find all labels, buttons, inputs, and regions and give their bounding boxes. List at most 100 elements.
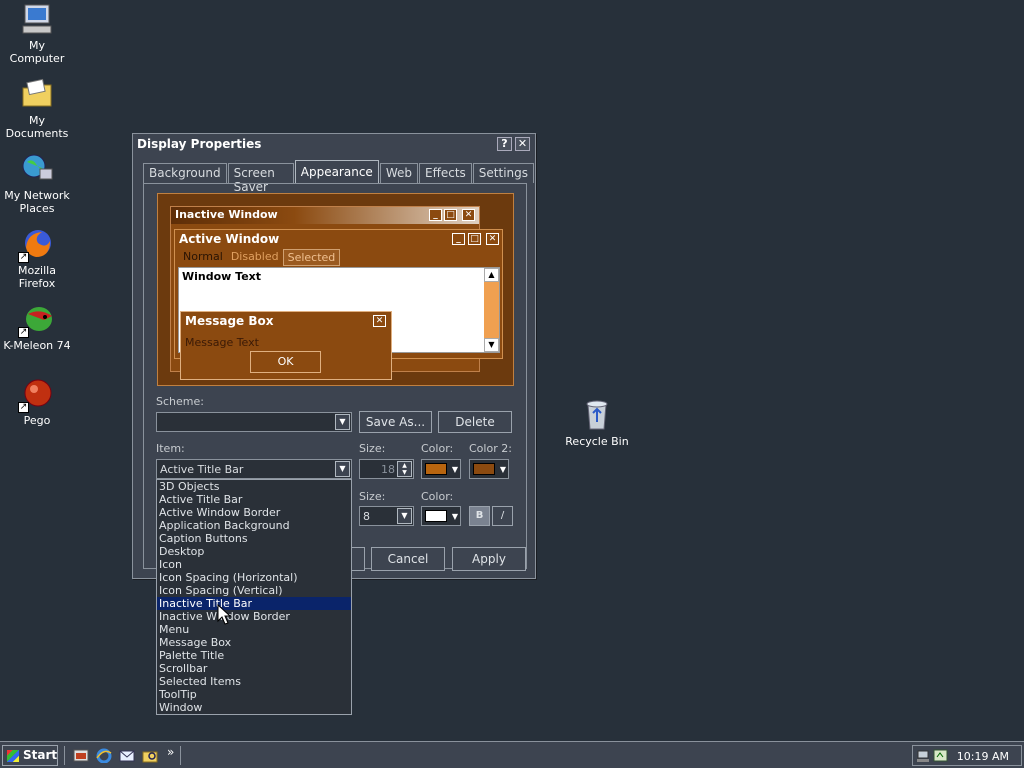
maximize-icon: □ — [468, 233, 481, 245]
tab-settings[interactable]: Settings — [472, 163, 534, 183]
item-color2-picker[interactable]: ▼ — [469, 459, 509, 479]
recycle-bin-icon — [580, 398, 614, 432]
shortcut-arrow-icon: ↗ — [18, 327, 29, 338]
bold-toggle[interactable]: B — [469, 506, 490, 526]
scheme-select[interactable]: ▼ — [156, 412, 352, 432]
pego-icon: ↗ — [18, 377, 54, 413]
help-button[interactable]: ? — [497, 137, 512, 151]
desktop-icon-mozilla-firefox[interactable]: ↗ Mozilla Firefox — [0, 227, 74, 290]
quicklaunch-more-button[interactable]: » — [167, 745, 174, 759]
list-item[interactable]: Scrollbar — [157, 662, 351, 675]
clock[interactable]: 10:19 AM — [957, 750, 1009, 763]
delete-button[interactable]: Delete — [438, 411, 512, 433]
font-size-select[interactable]: 8 ▼ — [359, 506, 414, 526]
list-item[interactable]: Icon — [157, 558, 351, 571]
list-item[interactable]: Active Title Bar — [157, 493, 351, 506]
font-color-picker[interactable]: ▼ — [421, 506, 461, 526]
appearance-preview[interactable]: Inactive Window _ □ ✕ Active Window _ □ … — [157, 193, 514, 386]
chevron-down-icon: ▼ — [499, 465, 506, 474]
item-color-picker[interactable]: ▼ — [421, 459, 461, 479]
desktop-icon-label: My Network Places — [4, 189, 70, 215]
item-value: Active Title Bar — [160, 463, 244, 476]
explorer-icon[interactable] — [142, 748, 158, 763]
chevron-down-icon: ▼ — [451, 512, 458, 521]
network-icon — [20, 152, 54, 186]
dialog-titlebar[interactable]: Display Properties ? ✕ — [133, 134, 535, 156]
list-item[interactable]: Desktop — [157, 545, 351, 558]
quicklaunch-separator — [64, 746, 66, 765]
tab-appearance[interactable]: Appearance — [294, 160, 379, 183]
preview-inactive-titlebar: Inactive Window _ □ ✕ — [171, 207, 479, 224]
chevron-down-icon[interactable]: ▼ — [335, 414, 350, 430]
show-desktop-icon[interactable] — [73, 748, 89, 763]
desktop-icon-label: K-Meleon 74 — [3, 339, 71, 352]
list-item[interactable]: Selected Items — [157, 675, 351, 688]
list-item[interactable]: Icon Spacing (Horizontal) — [157, 571, 351, 584]
color-chip — [425, 463, 447, 475]
tab-effects[interactable]: Effects — [418, 163, 472, 183]
desktop-icon-recycle-bin[interactable]: Recycle Bin — [560, 398, 634, 448]
folder-icon — [20, 77, 54, 111]
tab-background[interactable]: Background — [143, 163, 227, 183]
network-tray-icon[interactable] — [917, 748, 933, 766]
apply-button[interactable]: Apply — [452, 547, 526, 571]
maximize-icon: □ — [444, 209, 457, 221]
italic-toggle[interactable]: / — [492, 506, 513, 526]
list-item[interactable]: Icon Spacing (Vertical) — [157, 584, 351, 597]
list-item[interactable]: Inactive Window Border — [157, 610, 351, 623]
item-select[interactable]: Active Title Bar ▼ — [156, 459, 352, 479]
volume-tray-icon[interactable] — [933, 748, 949, 766]
item-dropdown-list[interactable]: 3D Objects Active Title Bar Active Windo… — [156, 479, 352, 715]
save-as-button[interactable]: Save As... — [359, 411, 432, 433]
tab-screen-saver[interactable]: Screen Saver — [227, 163, 294, 194]
close-icon: ✕ — [462, 209, 475, 221]
desktop-icon-my-documents[interactable]: My Documents — [0, 77, 74, 140]
preview-ok-button: OK — [250, 351, 321, 373]
preview-menubar: Normal Disabled Selected — [175, 249, 502, 266]
list-item[interactable]: Palette Title — [157, 649, 351, 662]
desktop-icon-my-computer[interactable]: My Computer — [0, 2, 74, 65]
chevron-down-icon[interactable]: ▼ — [335, 461, 350, 477]
item-label: Item: — [156, 442, 185, 455]
item-size-spinner[interactable]: 18 ▲ ▼ — [359, 459, 414, 479]
shortcut-arrow-icon: ↗ — [18, 402, 29, 413]
preview-msgbox-title: Message Box — [185, 314, 274, 328]
desktop-icon-label: My Computer — [9, 39, 65, 65]
outlook-express-icon[interactable] — [119, 748, 135, 763]
dialog-title: Display Properties — [137, 137, 262, 151]
preview-menu-disabled: Disabled — [230, 250, 279, 263]
preview-active-title: Active Window — [179, 232, 280, 246]
preview-inactive-title: Inactive Window — [175, 208, 278, 221]
list-item[interactable]: ToolTip — [157, 688, 351, 701]
cancel-button[interactable]: Cancel — [371, 547, 445, 571]
desktop-icon-my-network-places[interactable]: My Network Places — [0, 152, 74, 215]
minimize-icon: _ — [429, 209, 442, 221]
list-item[interactable]: Application Background — [157, 519, 351, 532]
preview-window-text: Window Text — [182, 270, 262, 283]
list-item[interactable]: Window — [157, 701, 351, 714]
tab-strip: Background Screen Saver Appearance Web E… — [143, 160, 535, 194]
desktop-icon-k-meleon[interactable]: ↗ K-Meleon 74 — [0, 302, 74, 352]
font-size-label: Size: — [359, 490, 386, 503]
firefox-icon: ↗ — [18, 227, 54, 263]
desktop-icon-pego[interactable]: ↗ Pego — [0, 377, 74, 427]
list-item[interactable]: Menu — [157, 623, 351, 636]
list-item[interactable]: Message Box — [157, 636, 351, 649]
list-item[interactable]: Caption Buttons — [157, 532, 351, 545]
list-item[interactable]: Active Window Border — [157, 506, 351, 519]
list-item[interactable]: 3D Objects — [157, 480, 351, 493]
spinner-arrows-icon[interactable]: ▲ ▼ — [397, 461, 412, 477]
font-size-value: 8 — [363, 510, 370, 523]
close-button[interactable]: ✕ — [515, 137, 530, 151]
start-button[interactable]: Start — [2, 745, 58, 766]
computer-icon — [20, 2, 54, 36]
color-chip — [473, 463, 495, 475]
chevron-down-icon[interactable]: ▼ — [397, 508, 412, 524]
tab-web[interactable]: Web — [379, 163, 418, 183]
preview-menu-normal: Normal — [183, 250, 223, 263]
item-color-label: Color: — [421, 442, 454, 455]
close-icon: ✕ — [486, 233, 499, 245]
preview-active-titlebar: Active Window _ □ ✕ — [175, 230, 502, 249]
internet-explorer-icon[interactable] — [96, 748, 112, 764]
list-item-selected[interactable]: Inactive Title Bar — [157, 597, 351, 610]
